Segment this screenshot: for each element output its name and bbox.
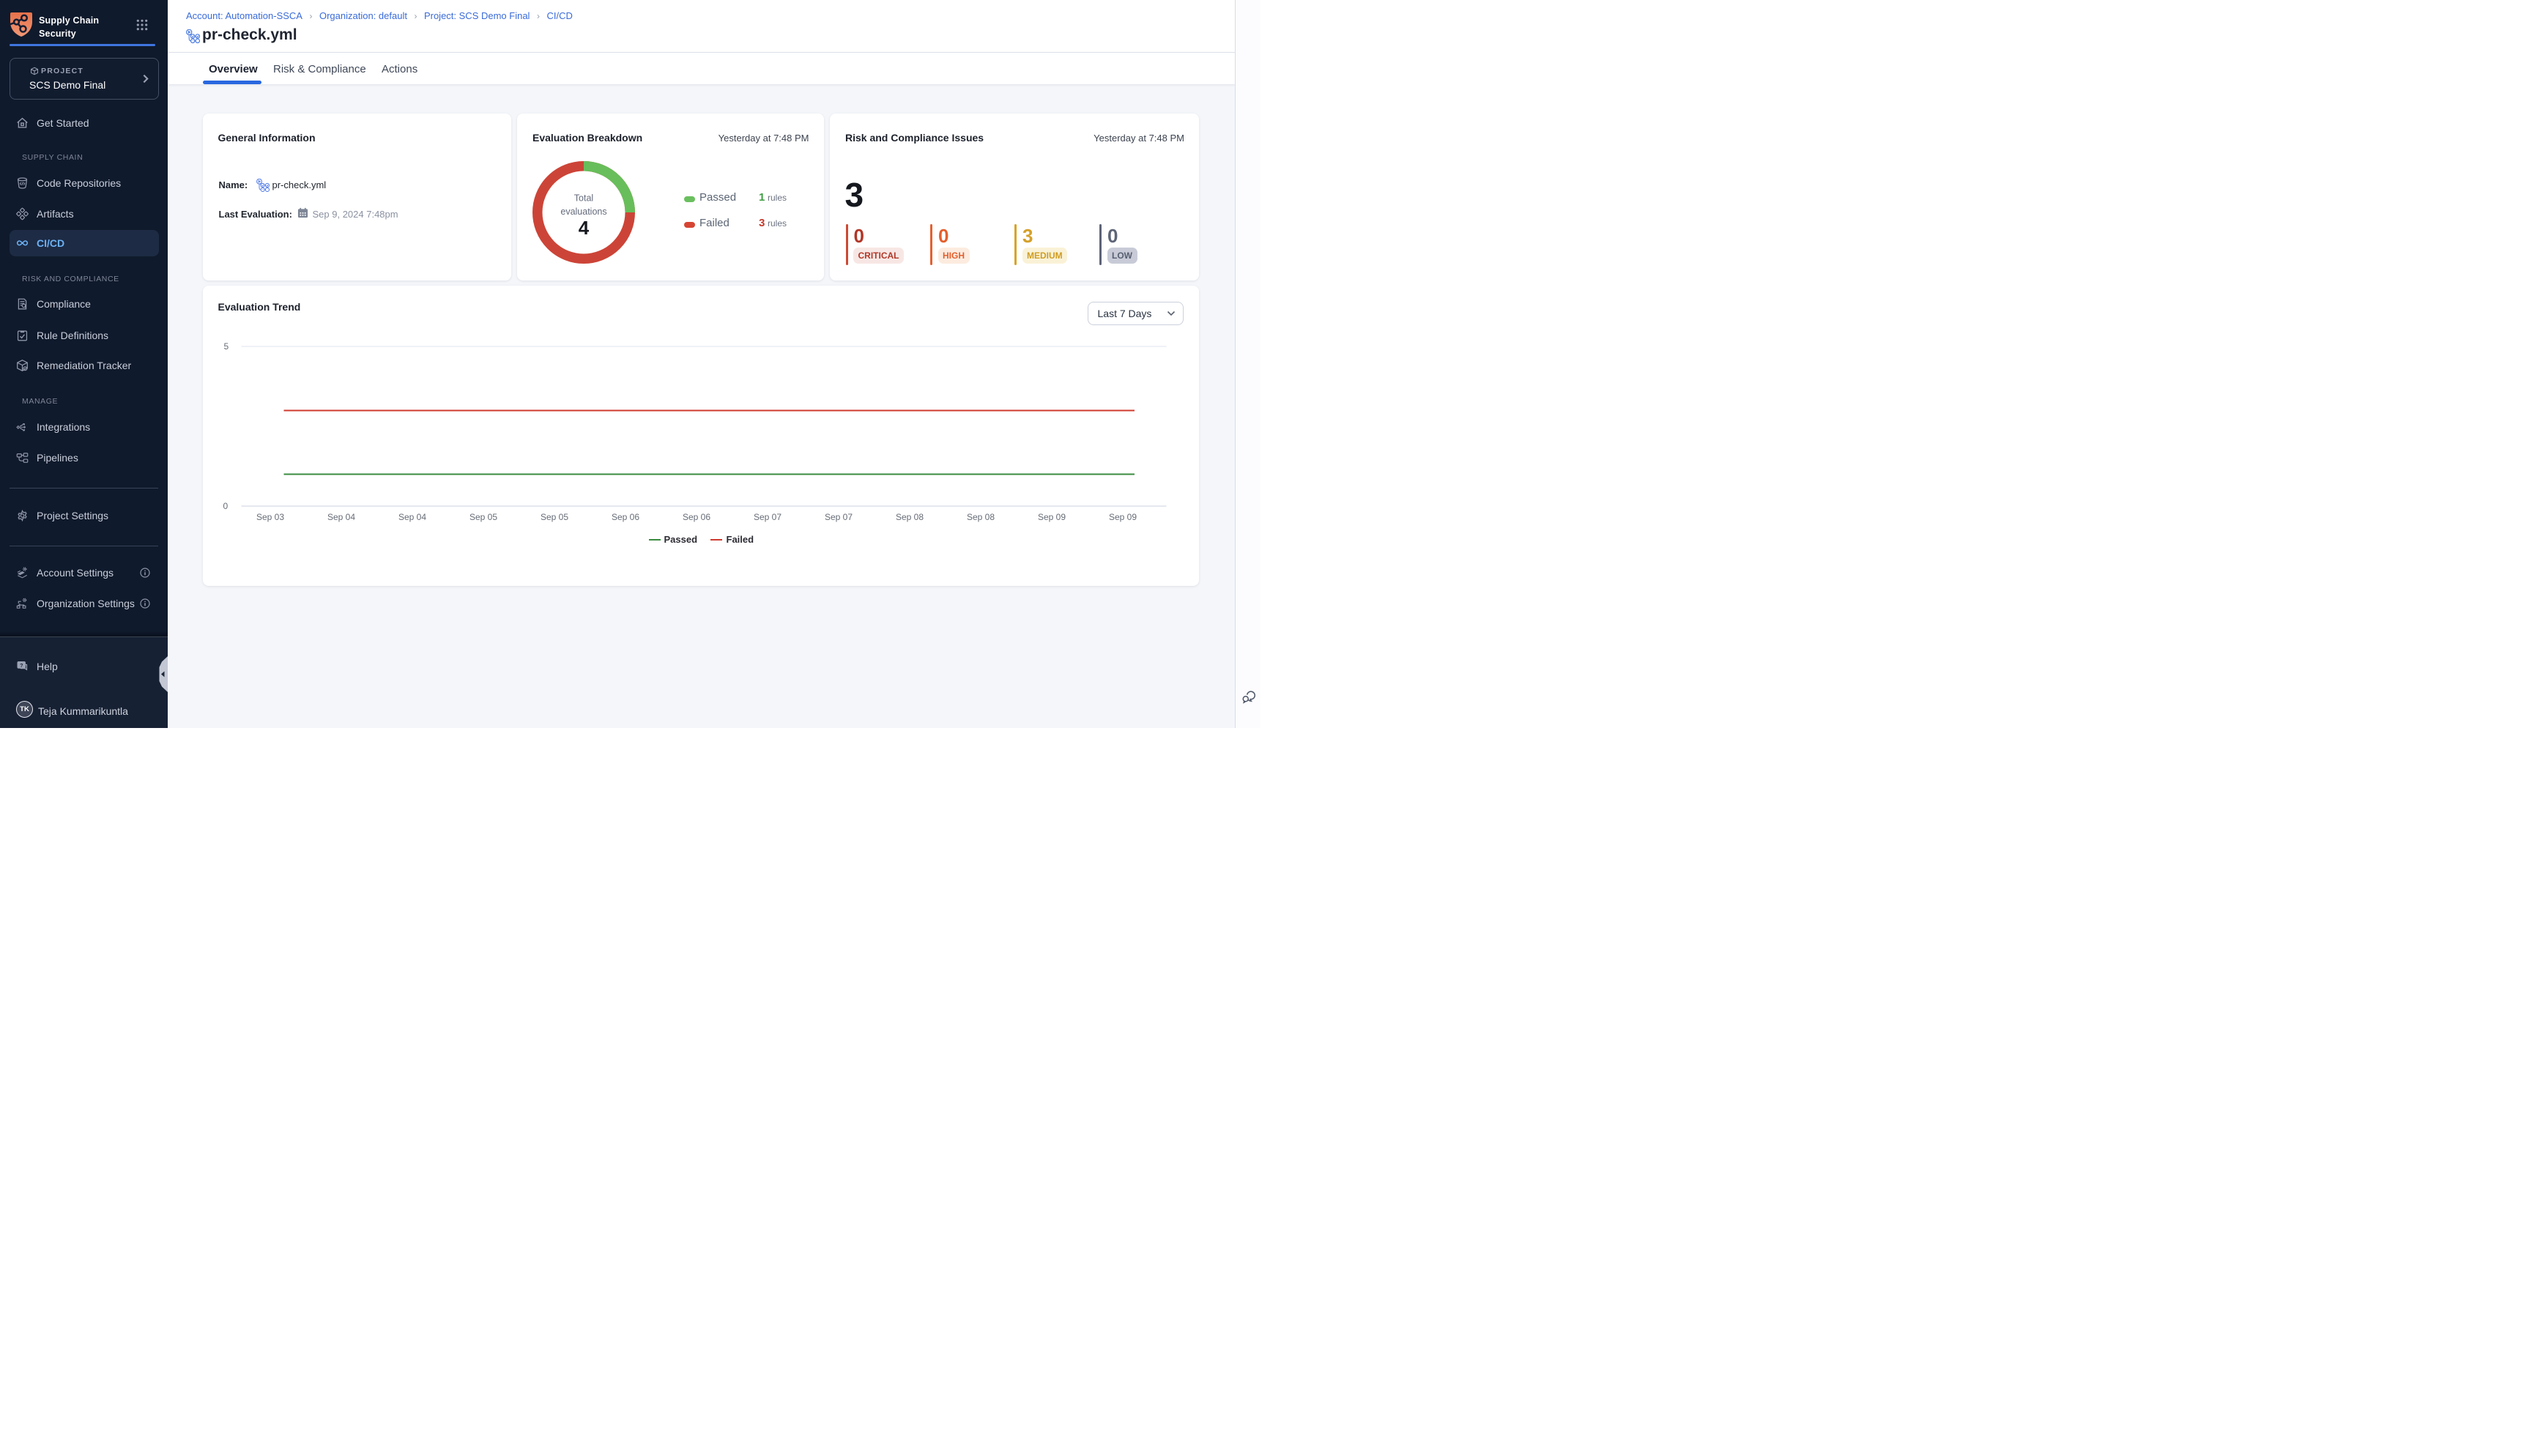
svg-text:4: 4 [578, 217, 589, 239]
svg-text:evaluations: evaluations [560, 207, 606, 217]
svg-text:Total: Total [573, 193, 593, 204]
svg-text:?: ? [20, 662, 23, 669]
